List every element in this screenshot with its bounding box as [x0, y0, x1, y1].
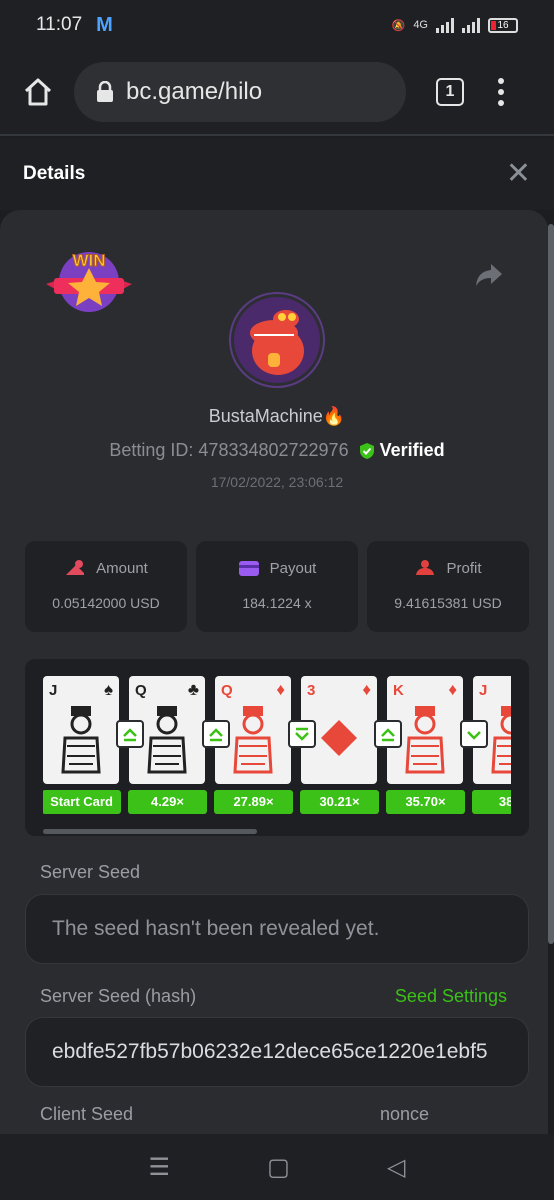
verified-label: Verified — [379, 440, 445, 460]
profit-card: Profit 9.41615381 USD — [367, 541, 529, 632]
payout-label: Payout — [269, 559, 317, 577]
username: BustaMachine🔥 — [208, 406, 346, 426]
battery-icon: 16 — [488, 17, 518, 33]
avatar — [231, 294, 323, 386]
browser-menu-button[interactable] — [498, 78, 504, 106]
lower-arrow-icon — [460, 720, 488, 748]
signal-icon — [436, 17, 454, 33]
profit-label: Profit — [446, 559, 482, 577]
cards-scrollbar[interactable] — [43, 829, 257, 834]
status-bar: 11:07 M 🔕 4G 16 — [0, 0, 554, 50]
system-nav-bar: ☰ ▢ ◁ — [0, 1134, 554, 1200]
amount-value: 0.05142000 USD — [52, 595, 160, 611]
dragon-avatar-icon — [234, 297, 320, 383]
diamond-pip-icon — [321, 720, 357, 756]
server-hash-field[interactable]: ebdfe527fb57b06232e12dece65ce1220e1ebf5 — [25, 1017, 529, 1087]
url-text: bc.game/hilo — [126, 78, 263, 105]
win-badge-icon: WIN — [46, 251, 132, 312]
page-scrollbar[interactable] — [548, 224, 554, 944]
card-rank: J — [49, 682, 58, 699]
payout-value: 184.1224 x — [242, 595, 312, 611]
status-indicators: 🔕 4G 16 — [392, 17, 518, 33]
verified-badge: Verified — [359, 440, 445, 461]
server-seed-label: Server Seed — [40, 862, 141, 882]
signal-2-icon — [462, 17, 480, 33]
server-hash-label: Server Seed (hash) — [40, 986, 197, 1006]
share-icon[interactable] — [474, 262, 504, 288]
card-suit: ♣ — [187, 680, 199, 699]
multiplier-badge: 30.21× — [300, 790, 379, 814]
higher-arrow-icon — [374, 720, 402, 748]
recent-apps-button[interactable]: ☰ — [149, 1153, 171, 1182]
multiplier-badge: 38.6 — [472, 790, 511, 814]
card-rank: 3 — [307, 682, 316, 699]
details-header: Details ✕ — [0, 138, 554, 210]
profit-icon — [416, 560, 435, 575]
higher-arrow-icon — [202, 720, 230, 748]
shield-check-icon — [359, 442, 374, 459]
address-bar[interactable]: bc.game/hilo — [74, 62, 406, 122]
home-icon — [24, 78, 52, 106]
details-title: Details — [23, 163, 86, 184]
lower-arrow-icon — [288, 720, 316, 748]
card-rank: K — [393, 682, 404, 699]
card-rank: J — [479, 682, 488, 699]
profit-value: 9.41615381 USD — [394, 595, 502, 611]
win-badge-text: WIN — [72, 251, 105, 270]
amount-label: Amount — [96, 559, 148, 577]
card-face-icon — [405, 706, 445, 774]
wallet-icon — [238, 561, 259, 576]
card-rank: Q — [135, 682, 147, 699]
tab-switcher-button[interactable]: 1 — [436, 78, 464, 106]
start-card-label: Start Card — [43, 790, 121, 814]
cards-track: J ♠ Start Card Q ♣ 4.29× Q ♦ 27.89× 3 ♦ 30.21× K ♦ 35.… — [43, 676, 511, 826]
status-time: 11:07 — [36, 14, 83, 35]
playing-card: J ♠ — [43, 676, 119, 784]
bet-datetime: 17/02/2022, 23:06:12 — [210, 474, 344, 490]
amount-card: Amount 0.05142000 USD — [25, 541, 187, 632]
betting-id-row: Betting ID: 478334802722976 Verified — [0, 440, 548, 461]
card-face-icon — [233, 706, 273, 774]
network-label: 4G — [413, 19, 428, 31]
details-panel: WIN BustaMachine🔥 Betting ID: 4783348027… — [0, 210, 548, 1135]
gmail-notification-icon: M — [96, 13, 113, 36]
card-rank: Q — [221, 682, 233, 699]
multiplier-badge: 27.89× — [214, 790, 293, 814]
card-suit: ♠ — [103, 680, 113, 699]
multiplier-badge: 4.29× — [128, 790, 207, 814]
card-suit: ♦ — [362, 680, 371, 699]
home-button[interactable] — [18, 72, 58, 112]
amount-icon — [66, 560, 85, 575]
client-seed-label: Client Seed — [40, 1104, 134, 1124]
browser-toolbar: bc.game/hilo 1 — [0, 50, 554, 136]
card-face-icon — [147, 706, 187, 774]
server-seed-field[interactable]: The seed hasn't been revealed yet. — [25, 894, 529, 964]
payout-card: Payout 184.1224 x — [196, 541, 358, 632]
card-suit: ♦ — [448, 680, 457, 699]
close-button[interactable]: ✕ — [506, 159, 531, 189]
back-button[interactable]: ◁ — [387, 1153, 405, 1182]
cards-history[interactable]: J ♠ Start Card Q ♣ 4.29× Q ♦ 27.89× 3 ♦ 30.21× K ♦ 35.… — [25, 659, 529, 836]
multiplier-badge: 35.70× — [386, 790, 465, 814]
seed-settings-link[interactable]: Seed Settings — [395, 986, 507, 1007]
card-suit: ♦ — [276, 680, 285, 699]
card-face-icon — [61, 706, 101, 774]
home-nav-button[interactable]: ▢ — [267, 1153, 290, 1182]
mute-icon: 🔕 — [391, 19, 406, 32]
nonce-label: nonce — [380, 1104, 430, 1124]
betting-id: Betting ID: 478334802722976 — [109, 440, 349, 460]
lock-icon — [97, 81, 113, 102]
higher-arrow-icon — [116, 720, 144, 748]
